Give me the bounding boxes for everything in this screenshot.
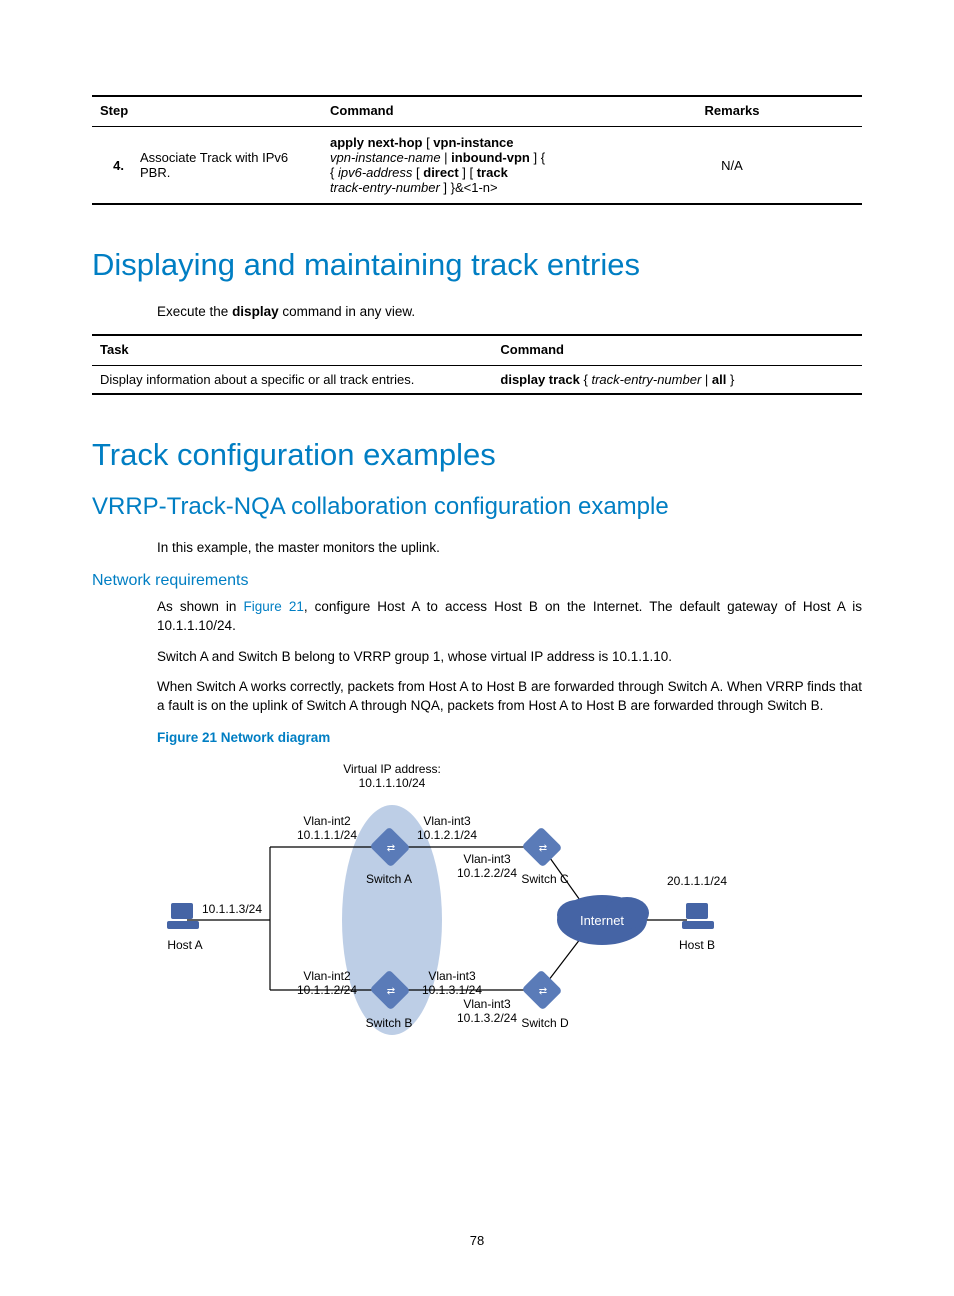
intro-paragraph: Execute the display command in any view.	[157, 303, 862, 322]
th-task: Task	[92, 335, 492, 366]
internet-label: Internet	[580, 913, 624, 928]
svg-text:10.1.1.10/24: 10.1.1.10/24	[359, 776, 426, 790]
svg-text:⇄: ⇄	[387, 986, 395, 997]
svg-text:Switch C: Switch C	[521, 872, 569, 886]
svg-text:10.1.3.1/24: 10.1.3.1/24	[422, 983, 482, 997]
page-number: 78	[0, 1233, 954, 1248]
example-intro: In this example, the master monitors the…	[157, 539, 862, 558]
figure-caption: Figure 21 Network diagram	[157, 730, 862, 745]
task-desc: Display information about a specific or …	[92, 365, 492, 394]
svg-text:10.1.3.2/24: 10.1.3.2/24	[457, 1011, 517, 1025]
svg-text:Host B: Host B	[679, 938, 715, 952]
svg-text:10.1.2.2/24: 10.1.2.2/24	[457, 866, 517, 880]
svg-text:Vlan-int3: Vlan-int3	[463, 997, 511, 1011]
th-command2: Command	[492, 335, 862, 366]
svg-text:⇄: ⇄	[539, 843, 547, 854]
table-row: 4. Associate Track with IPv6 PBR. apply …	[92, 127, 862, 205]
svg-text:10.1.1.3/24: 10.1.1.3/24	[202, 902, 262, 916]
th-remarks: Remarks	[602, 96, 862, 127]
svg-text:Host A: Host A	[167, 938, 202, 952]
req-p2: Switch A and Switch B belong to VRRP gro…	[157, 648, 862, 667]
task-command-table: Task Command Display information about a…	[92, 334, 862, 395]
svg-text:Vlan-int3: Vlan-int3	[428, 969, 476, 983]
svg-text:Switch A: Switch A	[366, 872, 412, 886]
svg-text:Vlan-int2: Vlan-int2	[303, 814, 351, 828]
svg-text:Switch B: Switch B	[366, 1016, 413, 1030]
host-a-icon	[167, 903, 199, 929]
svg-text:Switch D: Switch D	[521, 1016, 569, 1030]
heading-vrrp: VRRP-Track-NQA collaboration configurati…	[92, 493, 862, 521]
heading-examples: Track configuration examples	[92, 437, 862, 473]
switch-c-icon: ⇄	[521, 827, 562, 868]
svg-text:Vlan-int3: Vlan-int3	[423, 814, 471, 828]
req-p3: When Switch A works correctly, packets f…	[157, 678, 862, 716]
step-command: apply next-hop [ vpn-instance vpn-instan…	[322, 127, 602, 205]
svg-text:10.1.1.1/24: 10.1.1.1/24	[297, 828, 357, 842]
step-desc: Associate Track with IPv6 PBR.	[132, 127, 322, 205]
svg-text:Vlan-int2: Vlan-int2	[303, 969, 351, 983]
svg-text:10.1.1.2/24: 10.1.1.2/24	[297, 983, 357, 997]
task-command: display track { track-entry-number | all…	[492, 365, 862, 394]
heading-displaying: Displaying and maintaining track entries	[92, 247, 862, 283]
th-command: Command	[322, 96, 602, 127]
table-row: Display information about a specific or …	[92, 365, 862, 394]
svg-text:⇄: ⇄	[539, 986, 547, 997]
req-p1: As shown in Figure 21, configure Host A …	[157, 598, 862, 636]
svg-text:10.1.2.1/24: 10.1.2.1/24	[417, 828, 477, 842]
svg-text:Virtual IP address:: Virtual IP address:	[343, 762, 441, 776]
network-diagram: Internet ⇄ ⇄ ⇄ ⇄ Virtual IP address: 10.…	[157, 755, 757, 1050]
svg-text:⇄: ⇄	[387, 843, 395, 854]
heading-network-req: Network requirements	[92, 572, 862, 590]
switch-d-icon: ⇄	[521, 970, 562, 1011]
th-step: Step	[92, 96, 322, 127]
svg-text:Vlan-int3: Vlan-int3	[463, 852, 511, 866]
host-b-icon	[682, 903, 714, 929]
step-number: 4.	[92, 127, 132, 205]
step-remarks: N/A	[602, 127, 862, 205]
figure-link[interactable]: Figure 21	[243, 599, 303, 614]
step-command-table: Step Command Remarks 4. Associate Track …	[92, 95, 862, 205]
svg-text:20.1.1.1/24: 20.1.1.1/24	[667, 874, 727, 888]
